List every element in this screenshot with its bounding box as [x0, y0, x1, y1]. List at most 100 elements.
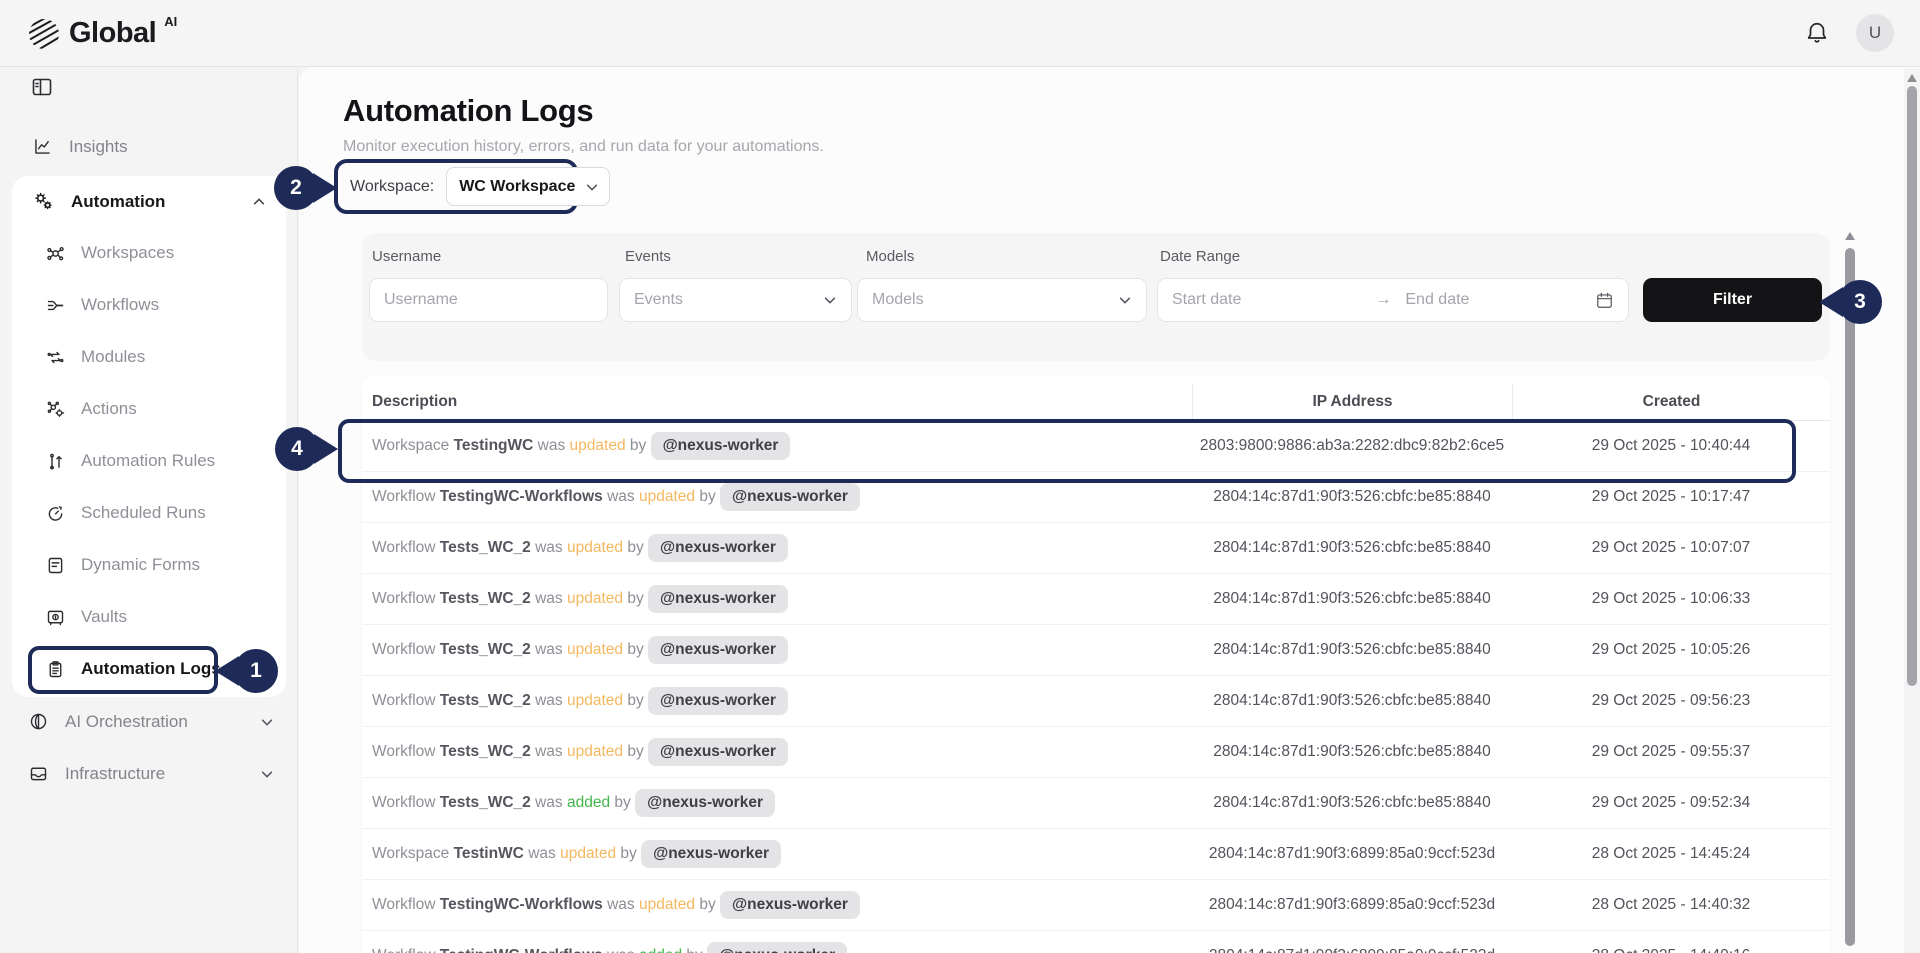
scheduled-runs-icon	[45, 503, 66, 524]
brand-name: Global	[69, 14, 156, 52]
user-badge: @nexus-worker	[707, 942, 847, 953]
insights-icon	[32, 136, 54, 158]
user-badge: @nexus-worker	[648, 687, 788, 715]
sidebar-item-label: AI Orchestration	[65, 712, 188, 732]
created-timestamp: 29 Oct 2025 - 10:17:47	[1512, 488, 1830, 506]
sidebar-item-label: Automation Logs	[81, 659, 221, 679]
user-badge: @nexus-worker	[648, 534, 788, 562]
sidebar-item-workflows[interactable]: Workflows	[12, 288, 286, 322]
ip-address: 2803:9800:9886:ab3a:2282:dbc9:82b2:6ce5	[1192, 437, 1512, 455]
action-updated: updated	[570, 437, 626, 454]
ip-address: 2804:14c:87d1:90f3:526:cbfc:be85:8840	[1192, 641, 1512, 659]
sidebar-item-label: Dynamic Forms	[81, 555, 200, 575]
log-description: Workspace TestinWC was updated by @nexus…	[362, 840, 1192, 868]
models-select[interactable]: Models	[857, 278, 1147, 322]
user-avatar[interactable]: U	[1856, 14, 1894, 52]
sidebar-item-label: Insights	[69, 137, 128, 157]
user-badge: @nexus-worker	[651, 432, 791, 460]
sidebar-item-label: Scheduled Runs	[81, 503, 206, 523]
arrow-right-icon: →	[1375, 291, 1391, 309]
filter-button[interactable]: Filter	[1643, 278, 1822, 322]
created-timestamp: 29 Oct 2025 - 09:52:34	[1512, 794, 1830, 812]
action-updated: updated	[567, 743, 623, 760]
table-row-3[interactable]: Workflow Tests_WC_2 was updated by @nexu…	[362, 523, 1830, 574]
sidebar-item-vaults[interactable]: Vaults	[12, 600, 286, 634]
annotation-badge-3: 3	[1838, 280, 1882, 324]
page-scrollbar-thumb[interactable]	[1907, 86, 1917, 686]
sidebar-item-infrastructure[interactable]: Infrastructure	[0, 757, 298, 791]
events-placeholder: Events	[634, 291, 683, 309]
column-description: Description	[362, 383, 1192, 420]
table-row-10[interactable]: Workflow TestingWC-Workflows was updated…	[362, 880, 1830, 931]
date-range-label: Date Range	[1160, 248, 1240, 265]
created-timestamp: 29 Oct 2025 - 10:07:07	[1512, 539, 1830, 557]
annotation-badge-2: 2	[274, 166, 318, 210]
sidebar-item-automation[interactable]: Automation	[12, 185, 286, 219]
user-badge: @nexus-worker	[648, 738, 788, 766]
logs-table: Description IP Address Created Workspace…	[362, 375, 1830, 953]
page-scrollbar-up-arrow[interactable]	[1905, 72, 1919, 84]
ip-address: 2804:14c:87d1:90f3:526:cbfc:be85:8840	[1192, 692, 1512, 710]
chevron-down-icon	[260, 767, 274, 781]
sidebar-toggle-icon[interactable]	[30, 75, 54, 99]
table-row-6[interactable]: Workflow Tests_WC_2 was updated by @nexu…	[362, 676, 1830, 727]
models-placeholder: Models	[872, 291, 924, 309]
column-created: Created	[1512, 383, 1830, 420]
events-select[interactable]: Events	[619, 278, 852, 322]
sidebar-item-actions[interactable]: Actions	[12, 392, 286, 426]
table-row-4[interactable]: Workflow Tests_WC_2 was updated by @nexu…	[362, 574, 1830, 625]
sidebar-item-ai-orchestration[interactable]: AI Orchestration	[0, 705, 298, 739]
vaults-icon	[45, 607, 66, 628]
table-row-1[interactable]: Workspace TestingWC was updated by @nexu…	[362, 421, 1830, 472]
sidebar-item-automation-rules[interactable]: Automation Rules	[12, 444, 286, 478]
table-row-8[interactable]: Workflow Tests_WC_2 was added by @nexus-…	[362, 778, 1830, 829]
date-range-picker[interactable]: Start date → End date	[1157, 278, 1629, 322]
table-row-11[interactable]: Workflow TestingWC-Workflows was added b…	[362, 931, 1830, 953]
ip-address: 2804:14c:87d1:90f3:526:cbfc:be85:8840	[1192, 794, 1512, 812]
user-badge: @nexus-worker	[635, 789, 775, 817]
inner-scrollbar-thumb[interactable]	[1845, 248, 1855, 946]
table-row-5[interactable]: Workflow Tests_WC_2 was updated by @nexu…	[362, 625, 1830, 676]
dynamic-forms-icon	[45, 555, 66, 576]
workspace-dropdown[interactable]: WC Workspace	[446, 167, 610, 206]
table-row-7[interactable]: Workflow Tests_WC_2 was updated by @nexu…	[362, 727, 1830, 778]
chevron-up-icon	[252, 195, 266, 209]
created-timestamp: 28 Oct 2025 - 14:40:16	[1512, 947, 1830, 953]
start-date-placeholder: Start date	[1172, 291, 1241, 309]
created-timestamp: 28 Oct 2025 - 14:45:24	[1512, 845, 1830, 863]
ai-orchestration-icon	[28, 711, 50, 733]
models-label: Models	[866, 248, 914, 265]
log-description: Workflow TestingWC-Workflows was updated…	[362, 891, 1192, 919]
sidebar-item-modules[interactable]: Modules	[12, 340, 286, 374]
table-header: Description IP Address Created	[362, 383, 1830, 421]
sidebar: Insights Automation Workspaces Workflows M…	[0, 67, 298, 953]
table-row-2[interactable]: Workflow TestingWC-Workflows was updated…	[362, 472, 1830, 523]
notifications-bell-icon[interactable]	[1804, 20, 1830, 46]
brand-logo[interactable]: Global AI	[26, 14, 177, 52]
sidebar-item-label: Actions	[81, 399, 137, 419]
log-description: Workflow Tests_WC_2 was updated by @nexu…	[362, 687, 1192, 715]
annotation-badge-4: 4	[275, 427, 319, 471]
log-description: Workflow Tests_WC_2 was updated by @nexu…	[362, 636, 1192, 664]
ip-address: 2804:14c:87d1:90f3:6899:85a0:9ccf:523d	[1192, 845, 1512, 863]
ip-address: 2804:14c:87d1:90f3:6899:85a0:9ccf:523d	[1192, 896, 1512, 914]
infrastructure-icon	[28, 763, 50, 785]
actions-icon	[45, 399, 66, 420]
log-description: Workspace TestingWC was updated by @nexu…	[362, 432, 1192, 460]
username-input[interactable]	[384, 291, 593, 309]
table-row-9[interactable]: Workspace TestinWC was updated by @nexus…	[362, 829, 1830, 880]
log-description: Workflow Tests_WC_2 was updated by @nexu…	[362, 534, 1192, 562]
workspace-label: Workspace:	[350, 178, 434, 196]
inner-scrollbar-up-arrow[interactable]	[1843, 230, 1857, 242]
sidebar-item-label: Modules	[81, 347, 145, 367]
sidebar-item-label: Automation Rules	[81, 451, 215, 471]
filters-panel: Username Events Models Date Range Events…	[362, 233, 1830, 361]
sidebar-item-workspaces[interactable]: Workspaces	[12, 236, 286, 270]
action-added: added	[567, 794, 610, 811]
chevron-down-icon	[260, 715, 274, 729]
sidebar-item-insights[interactable]: Insights	[0, 130, 298, 164]
chevron-down-icon	[585, 180, 599, 194]
end-date-placeholder: End date	[1405, 291, 1469, 309]
sidebar-item-dynamic-forms[interactable]: Dynamic Forms	[12, 548, 286, 582]
sidebar-item-scheduled-runs[interactable]: Scheduled Runs	[12, 496, 286, 530]
